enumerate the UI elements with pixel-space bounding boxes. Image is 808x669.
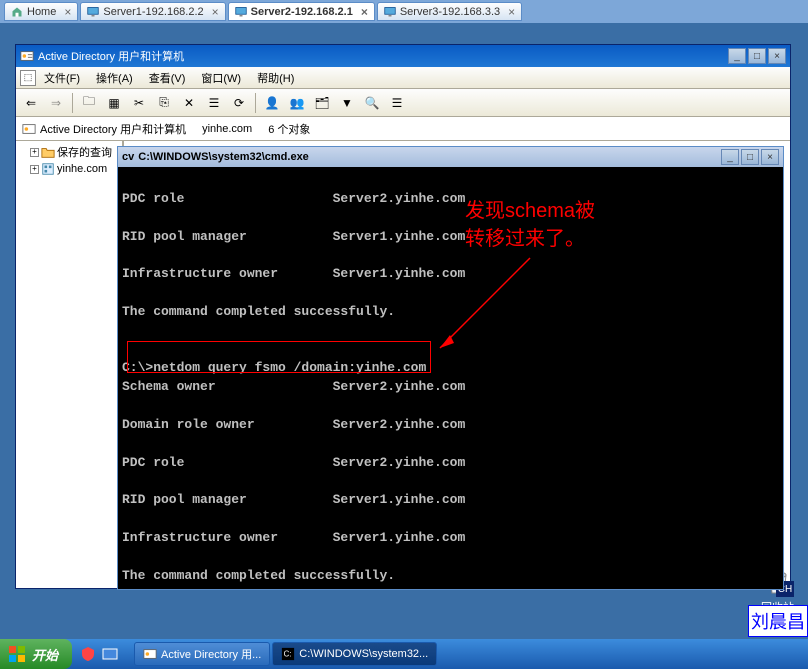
ql-security[interactable]	[78, 644, 98, 664]
annotation-text: 发现schema被 转移过来了。	[465, 197, 595, 253]
show-hide-tree-button[interactable]: ▦	[103, 92, 125, 114]
tab-close-icon[interactable]: ×	[508, 5, 515, 19]
cmd-output[interactable]: PDC role Server2.yinhe.com RID pool mana…	[118, 167, 783, 589]
monitor-icon	[235, 6, 247, 18]
back-button[interactable]: ⇐	[20, 92, 42, 114]
cmd-title-prefix: cv	[122, 151, 134, 163]
menu-view[interactable]: 查看(V)	[141, 68, 194, 88]
tab-server3[interactable]: Server3-192.168.3.3 ×	[377, 2, 522, 21]
mmc-icon[interactable]: ⬚	[20, 70, 36, 86]
aduc-menu-bar: ⬚ 文件(F) 操作(A) 查看(V) 窗口(W) 帮助(H)	[16, 67, 790, 89]
minimize-button[interactable]: _	[721, 149, 739, 165]
home-icon	[11, 6, 23, 18]
annotation-line1: 发现schema被	[465, 197, 595, 225]
tree-panel[interactable]: + 保存的查询 + yinhe.com	[16, 141, 124, 588]
aduc-icon	[20, 49, 34, 63]
top-tab-bar: Home × Server1-192.168.2.2 × Server2-192…	[0, 0, 808, 23]
tab-label: Server3-192.168.3.3	[400, 6, 500, 18]
separator	[255, 93, 256, 113]
tab-home[interactable]: Home ×	[4, 2, 78, 21]
cut-button[interactable]: ✂	[128, 92, 150, 114]
tab-label: Server2-192.168.2.1	[251, 6, 353, 18]
close-button[interactable]: ×	[768, 48, 786, 64]
tree-saved-queries[interactable]: + 保存的查询	[30, 143, 120, 161]
cmd-title-bar[interactable]: cv C:\WINDOWS\system32\cmd.exe _ □ ×	[118, 147, 783, 167]
add-button[interactable]: ☰	[386, 92, 408, 114]
copy-button[interactable]: ⎘	[153, 92, 175, 114]
up-button[interactable]: 🗀	[78, 92, 100, 114]
info-domain: yinhe.com	[202, 123, 252, 135]
monitor-icon	[384, 6, 396, 18]
tab-server2[interactable]: Server2-192.168.2.1 ×	[228, 2, 375, 21]
new-user-button[interactable]: 👤	[261, 92, 283, 114]
watermark-name: 刘晨昌	[748, 605, 808, 637]
tree-domain[interactable]: + yinhe.com	[30, 161, 120, 177]
taskbar: 开始 Active Directory 用... C: C:\WINDOWS\s…	[0, 639, 808, 669]
forward-button[interactable]: ⇒	[45, 92, 67, 114]
expand-icon[interactable]: +	[30, 165, 39, 174]
aduc-title-bar[interactable]: Active Directory 用户和计算机 _ □ ×	[16, 45, 790, 67]
task-items: Active Directory 用... C: C:\WINDOWS\syst…	[134, 642, 437, 666]
separator	[72, 93, 73, 113]
start-button[interactable]: 开始	[0, 639, 72, 669]
svg-text:C:: C:	[284, 650, 292, 659]
aduc-toolbar: ⇐ ⇒ 🗀 ▦ ✂ ⎘ ✕ ☰ ⟳ 👤 👥 🗂 ▼ 🔍 ☰	[16, 89, 790, 117]
menu-window[interactable]: 窗口(W)	[193, 68, 249, 88]
maximize-button[interactable]: □	[748, 48, 766, 64]
ql-desktop[interactable]	[100, 644, 120, 664]
aduc-icon	[22, 122, 36, 136]
maximize-button[interactable]: □	[741, 149, 759, 165]
tab-close-icon[interactable]: ×	[212, 5, 219, 19]
properties-button[interactable]: ☰	[203, 92, 225, 114]
annotation-highlight-box	[127, 341, 431, 373]
tree-label: yinhe.com	[57, 163, 107, 175]
annotation-arrow	[430, 253, 550, 363]
cmd-title-text: C:\WINDOWS\system32\cmd.exe	[138, 151, 309, 163]
tab-close-icon[interactable]: ×	[361, 5, 368, 19]
tab-label: Server1-192.168.2.2	[103, 6, 203, 18]
tab-server1[interactable]: Server1-192.168.2.2 ×	[80, 2, 225, 21]
task-aduc[interactable]: Active Directory 用...	[134, 642, 270, 666]
menu-file[interactable]: 文件(F)	[36, 68, 88, 88]
filter-button[interactable]: ▼	[336, 92, 358, 114]
aduc-column-header: Active Directory 用户和计算机 yinhe.com 6 个对象	[16, 117, 790, 141]
task-label: Active Directory 用...	[161, 646, 261, 662]
find-button[interactable]: 🔍	[361, 92, 383, 114]
folder-icon	[41, 145, 55, 159]
start-label: 开始	[32, 645, 58, 664]
aduc-title-text: Active Directory 用户和计算机	[38, 48, 184, 64]
aduc-icon	[143, 647, 157, 661]
windows-logo-icon	[8, 645, 26, 663]
domain-icon	[41, 162, 55, 176]
new-group-button[interactable]: 👥	[286, 92, 308, 114]
monitor-icon	[87, 6, 99, 18]
close-button[interactable]: ×	[761, 149, 779, 165]
tree-label: 保存的查询	[57, 144, 112, 160]
task-cmd[interactable]: C: C:\WINDOWS\system32...	[272, 642, 437, 666]
refresh-button[interactable]: ⟳	[228, 92, 250, 114]
menu-action[interactable]: 操作(A)	[88, 68, 141, 88]
cmd-icon: C:	[281, 647, 295, 661]
annotation-line2: 转移过来了。	[465, 225, 595, 253]
tab-label: Home	[27, 6, 56, 18]
expand-icon[interactable]: +	[30, 148, 39, 157]
new-ou-button[interactable]: 🗂	[311, 92, 333, 114]
tree-root-label: Active Directory 用户和计算机	[40, 121, 186, 137]
info-objects: 6 个对象	[268, 121, 310, 137]
tab-close-icon[interactable]: ×	[64, 5, 71, 19]
minimize-button[interactable]: _	[728, 48, 746, 64]
delete-button[interactable]: ✕	[178, 92, 200, 114]
menu-help[interactable]: 帮助(H)	[249, 68, 302, 88]
quick-launch	[78, 644, 120, 664]
task-label: C:\WINDOWS\system32...	[299, 648, 428, 660]
